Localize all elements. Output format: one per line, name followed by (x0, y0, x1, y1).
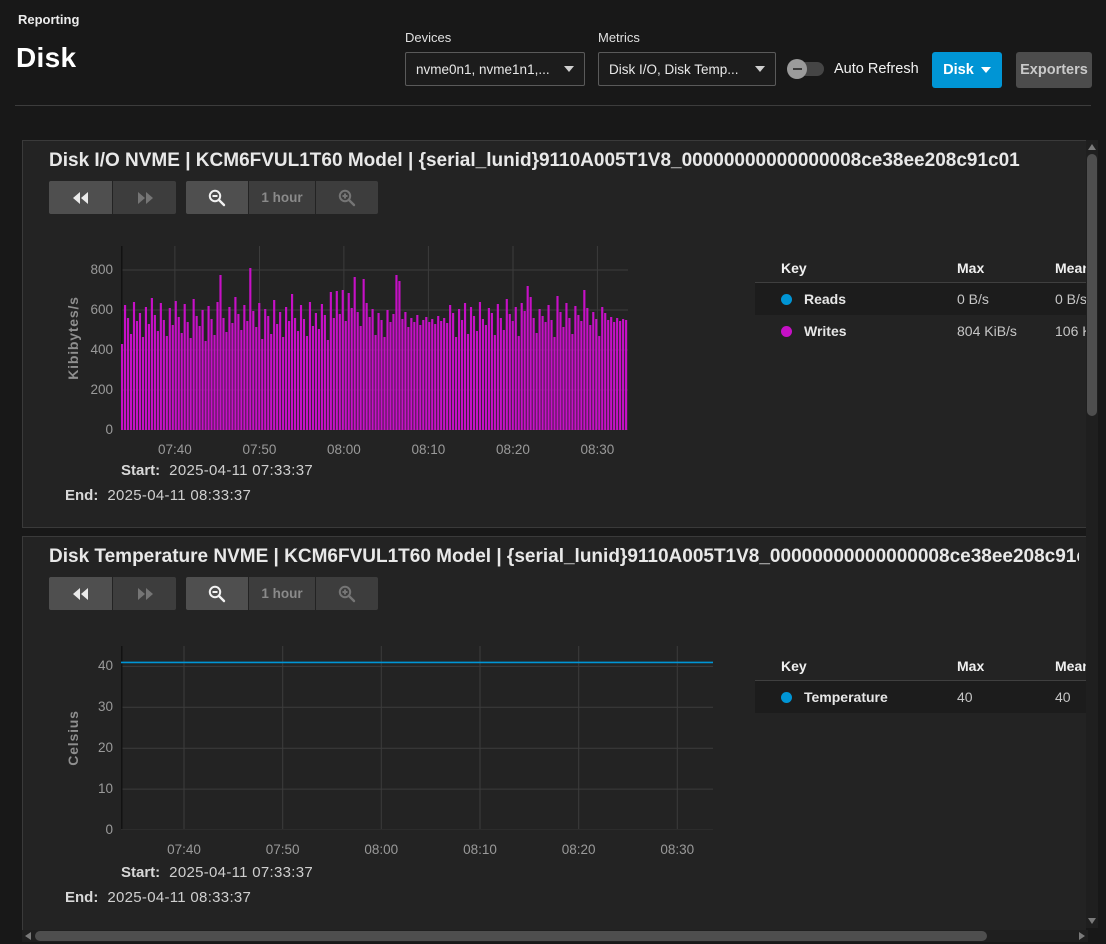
devices-label: Devices (405, 30, 585, 45)
end-time: End:2025-04-11 08:33:37 (23, 889, 313, 907)
scroll-down-arrow-icon[interactable] (1088, 918, 1096, 924)
toggle-track-icon[interactable] (790, 62, 824, 76)
time-nav-group (49, 181, 176, 214)
zoom-in-icon (337, 584, 357, 604)
metrics-select-value: Disk I/O, Disk Temp... (609, 62, 739, 77)
header-divider (15, 105, 1091, 106)
zoom-group: 1 hour (186, 577, 378, 610)
vertical-scrollbar[interactable] (1086, 140, 1098, 928)
rewind-icon (72, 587, 90, 601)
chart-card-disk-io: Disk I/O NVME | KCM6FVUL1T60 Model | {se… (22, 140, 1086, 528)
zoom-out-icon (207, 188, 227, 208)
zoom-out-button[interactable] (186, 577, 248, 610)
step-back-button[interactable] (49, 577, 112, 610)
disk-io-plot[interactable] (121, 246, 628, 430)
disk-menu-button[interactable]: Disk (932, 52, 1002, 88)
metrics-label: Metrics (598, 30, 776, 45)
chart-toolbar: 1 hour (49, 577, 378, 610)
devices-field: Devices nvme0n1, nvme1n1,... (405, 30, 585, 86)
zoom-range-label: 1 hour (249, 577, 315, 610)
legend-header: Key Max Mean (755, 253, 1086, 283)
page-title: Disk (16, 42, 76, 74)
horizontal-scrollbar[interactable] (22, 930, 1088, 942)
metrics-field: Metrics Disk I/O, Disk Temp... (598, 30, 776, 86)
end-time: End:2025-04-11 08:33:37 (23, 487, 313, 505)
time-nav-group (49, 577, 176, 610)
temperature-mean: 40 (1055, 689, 1086, 705)
zoom-in-icon (337, 188, 357, 208)
legend-row-writes[interactable]: Writes 804 KiB/s 106 KiB/s (755, 315, 1086, 347)
fast-forward-icon (136, 191, 154, 205)
reads-mean: 0 B/s (1055, 291, 1086, 307)
auto-refresh-label: Auto Refresh (834, 61, 919, 77)
vertical-scrollbar-thumb[interactable] (1087, 154, 1097, 416)
chart-title: Disk Temperature NVME | KCM6FVUL1T60 Mod… (49, 546, 1079, 568)
chevron-down-icon (564, 66, 574, 72)
zoom-out-button[interactable] (186, 181, 248, 214)
writes-mean: 106 KiB/s (1055, 323, 1086, 339)
chevron-down-icon (755, 66, 765, 72)
chart-legend: Key Max Mean Temperature 40 40 (755, 651, 1086, 713)
time-range-info: Start:2025-04-11 07:33:37 End:2025-04-11… (23, 462, 313, 505)
temperature-series-dot-icon (781, 692, 792, 703)
zoom-group: 1 hour (186, 181, 378, 214)
fast-forward-icon (136, 587, 154, 601)
scroll-up-arrow-icon[interactable] (1088, 144, 1096, 150)
chevron-down-icon (981, 67, 991, 73)
legend-row-reads[interactable]: Reads 0 B/s 0 B/s (755, 283, 1086, 315)
writes-max: 804 KiB/s (957, 323, 1055, 339)
start-time: Start:2025-04-11 07:33:37 (23, 462, 313, 480)
reads-series-dot-icon (781, 294, 792, 305)
x-axis-ticks: 07:4007:5008:0008:1008:2008:30 (121, 442, 628, 460)
chart-title: Disk I/O NVME | KCM6FVUL1T60 Model | {se… (49, 150, 1079, 172)
y-axis-ticks: 010203040 (23, 646, 113, 830)
reads-max: 0 B/s (957, 291, 1055, 307)
reports-scroll-viewport: Disk I/O NVME | KCM6FVUL1T60 Model | {se… (22, 112, 1086, 930)
breadcrumb-reporting[interactable]: Reporting (18, 12, 79, 27)
zoom-in-button[interactable] (316, 577, 378, 610)
zoom-in-button[interactable] (316, 181, 378, 214)
y-axis-ticks: 0200400600800 (23, 246, 113, 430)
time-range-info: Start:2025-04-11 07:33:37 End:2025-04-11… (23, 864, 313, 907)
toggle-knob-icon (787, 59, 807, 79)
writes-series-dot-icon (781, 326, 792, 337)
exporters-button[interactable]: Exporters (1016, 52, 1092, 88)
start-time: Start:2025-04-11 07:33:37 (23, 864, 313, 882)
legend-row-temperature[interactable]: Temperature 40 40 (755, 681, 1086, 713)
temperature-max: 40 (957, 689, 1055, 705)
disk-temperature-plot[interactable] (121, 646, 713, 830)
scroll-right-arrow-icon[interactable] (1079, 932, 1085, 940)
horizontal-scrollbar-thumb[interactable] (35, 931, 987, 941)
step-forward-button[interactable] (113, 181, 176, 214)
devices-select-value: nvme0n1, nvme1n1,... (416, 62, 550, 77)
devices-select[interactable]: nvme0n1, nvme1n1,... (405, 52, 585, 86)
scroll-left-arrow-icon[interactable] (25, 932, 31, 940)
zoom-range-label: 1 hour (249, 181, 315, 214)
metrics-select[interactable]: Disk I/O, Disk Temp... (598, 52, 776, 86)
chart-card-disk-temperature: Disk Temperature NVME | KCM6FVUL1T60 Mod… (22, 536, 1086, 930)
x-axis-ticks: 07:4007:5008:0008:1008:2008:30 (121, 842, 713, 860)
zoom-out-icon (207, 584, 227, 604)
step-back-button[interactable] (49, 181, 112, 214)
chart-toolbar: 1 hour (49, 181, 378, 214)
chart-legend: Key Max Mean Reads 0 B/s 0 B/s Writes 80… (755, 253, 1086, 347)
legend-header: Key Max Mean (755, 651, 1086, 681)
auto-refresh-toggle[interactable]: Auto Refresh (790, 61, 919, 77)
step-forward-button[interactable] (113, 577, 176, 610)
rewind-icon (72, 191, 90, 205)
